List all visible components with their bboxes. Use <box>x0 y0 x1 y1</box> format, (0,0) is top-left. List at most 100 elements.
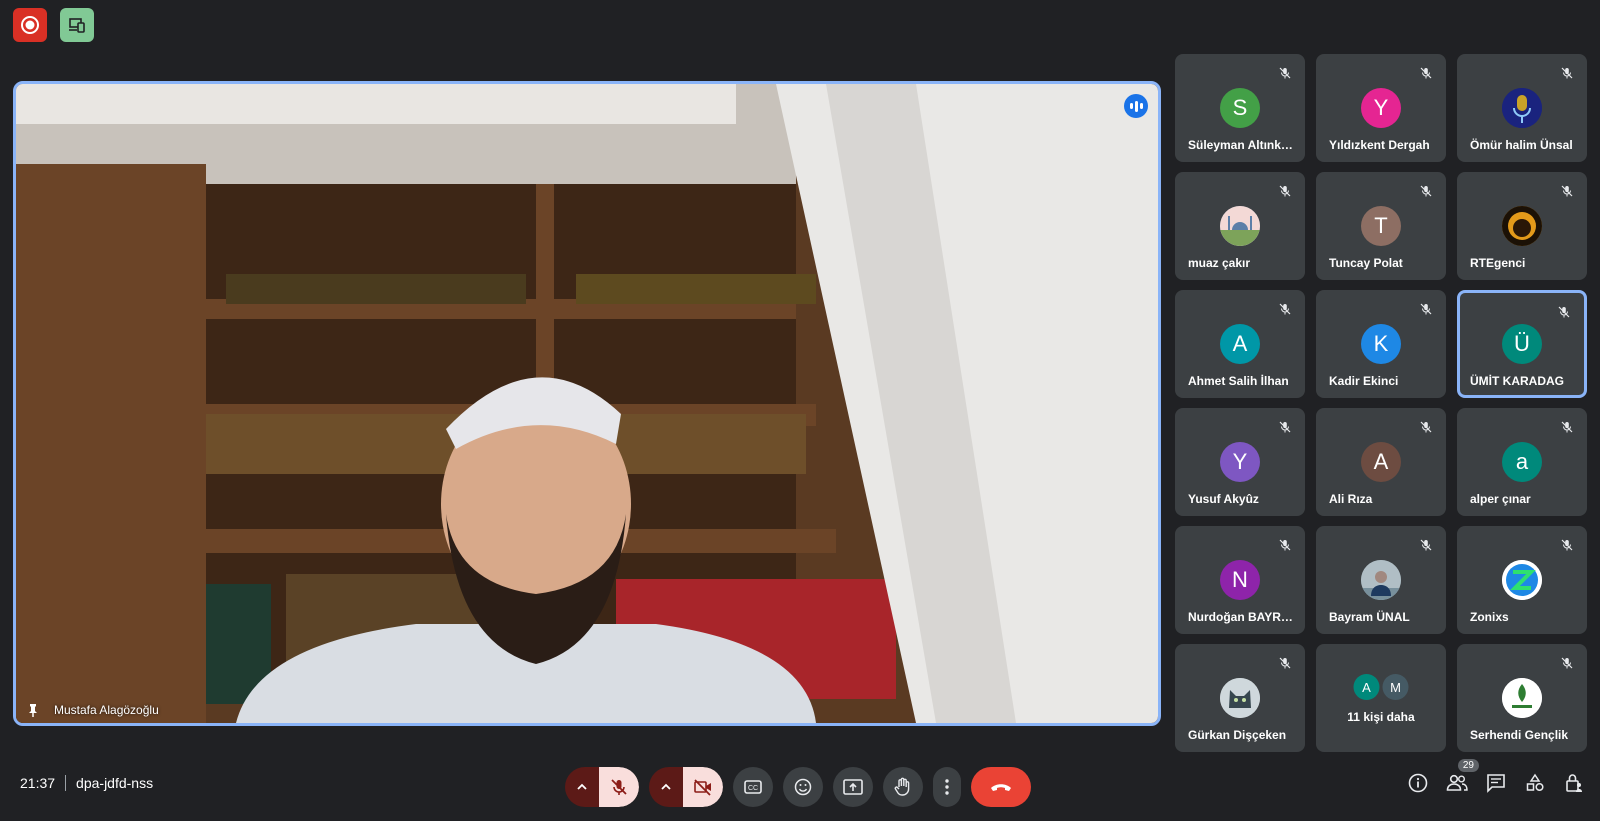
video-options-button[interactable] <box>649 767 683 807</box>
main-speaker-tile[interactable]: Mustafa Alagözoğlu <box>13 81 1161 726</box>
participant-name: Gürkan Dişçeken <box>1188 728 1287 742</box>
raise-hand-button[interactable] <box>883 767 923 807</box>
audio-options-button[interactable] <box>565 767 599 807</box>
participant-name: Yıldızkent Dergah <box>1329 138 1430 152</box>
participant-tile[interactable]: Gürkan Dişçeken <box>1175 644 1305 752</box>
more-participants-tile[interactable]: A M 11 kişi daha <box>1316 644 1446 752</box>
microphone-off-icon <box>611 779 627 795</box>
more-participants-avatars: AM <box>1353 674 1409 700</box>
participant-name: Ömür halim Ünsal <box>1470 138 1573 152</box>
participant-tile[interactable]: RTEgenci <box>1457 172 1587 280</box>
participant-name: Nurdoğan BAYRAK <box>1188 610 1295 624</box>
participant-tile[interactable]: Y Yusuf Akyûz <box>1175 408 1305 516</box>
chevron-up-icon <box>577 783 587 790</box>
people-icon <box>1446 774 1468 791</box>
muted-microphone-icon <box>1558 306 1570 318</box>
participant-tile[interactable]: N Nurdoğan BAYRAK <box>1175 526 1305 634</box>
meeting-code: dpa-jdfd-nss <box>76 775 154 791</box>
participant-tile[interactable]: a alper çınar <box>1457 408 1587 516</box>
meeting-details-button[interactable] <box>1406 771 1430 795</box>
present-icon <box>843 779 863 795</box>
muted-microphone-icon <box>1561 539 1573 551</box>
participant-tile[interactable]: Ömür halim Ünsal <box>1457 54 1587 162</box>
muted-microphone-icon <box>1561 657 1573 669</box>
camera-toggle-button[interactable] <box>683 767 723 807</box>
companion-mode-button[interactable] <box>60 8 94 42</box>
participant-name: Ahmet Salih İlhan <box>1188 374 1289 388</box>
participant-name: Serhendi Gençlik <box>1470 728 1569 742</box>
meeting-info: 21:37 dpa-jdfd-nss <box>20 775 153 791</box>
avatar: a <box>1502 442 1542 482</box>
reactions-button[interactable] <box>783 767 823 807</box>
lock-person-icon <box>1566 774 1582 792</box>
muted-microphone-icon <box>1561 185 1573 197</box>
participant-tile[interactable]: Ü ÜMİT KARADAG <box>1457 290 1587 398</box>
chat-icon <box>1487 774 1505 793</box>
microphone-toggle-button[interactable] <box>599 767 639 807</box>
hang-up-icon <box>991 784 1011 791</box>
activities-button[interactable] <box>1523 771 1547 795</box>
side-panel-controls: 29 <box>1406 759 1586 795</box>
avatar: N <box>1220 560 1260 600</box>
participant-name: RTEgenci <box>1470 256 1526 270</box>
people-button[interactable]: 29 <box>1445 759 1479 795</box>
participant-name: Tuncay Polat <box>1329 256 1403 270</box>
silhouette-avatar-icon <box>1502 206 1542 246</box>
recording-button[interactable] <box>13 8 47 42</box>
muted-microphone-icon <box>1420 421 1432 433</box>
main-speaker-label: Mustafa Alagözoğlu <box>26 703 159 717</box>
participant-tile[interactable]: Y Yıldızkent Dergah <box>1316 54 1446 162</box>
host-controls-button[interactable] <box>1562 771 1586 795</box>
muted-microphone-icon <box>1279 657 1291 669</box>
captions-icon: CC <box>744 780 762 794</box>
more-options-button[interactable] <box>933 767 961 807</box>
participant-tile[interactable]: A Ali Rıza <box>1316 408 1446 516</box>
participant-tile[interactable]: Serhendi Gençlik <box>1457 644 1587 752</box>
avatar: Y <box>1361 88 1401 128</box>
main-speaker-name: Mustafa Alagözoğlu <box>54 703 159 717</box>
devices-icon <box>69 18 85 33</box>
participant-name: muaz çakır <box>1188 256 1251 270</box>
muted-microphone-icon <box>1279 303 1291 315</box>
participant-name: ÜMİT KARADAG <box>1470 374 1564 388</box>
participant-name: Kadir Ekinci <box>1329 374 1399 388</box>
camera-control <box>649 767 723 807</box>
info-icon <box>1408 773 1428 793</box>
cat-avatar-icon <box>1220 678 1260 718</box>
participant-tile[interactable]: S Süleyman Altınkaya <box>1175 54 1305 162</box>
shapes-icon <box>1526 773 1544 792</box>
avatar: A <box>1361 442 1401 482</box>
muted-microphone-icon <box>1420 67 1432 79</box>
participant-name: Bayram ÜNAL <box>1329 610 1410 624</box>
record-icon <box>21 16 39 34</box>
participant-name: Süleyman Altınkaya <box>1188 138 1295 152</box>
muted-microphone-icon <box>1279 539 1291 551</box>
microphone-avatar-icon <box>1502 88 1542 128</box>
participant-tile[interactable]: A Ahmet Salih İlhan <box>1175 290 1305 398</box>
z-logo-avatar-icon <box>1502 560 1542 600</box>
chat-button[interactable] <box>1484 771 1508 795</box>
participant-name: Zonixs <box>1470 610 1509 624</box>
serhendi-logo-avatar-icon <box>1502 678 1542 718</box>
avatar: A <box>1353 674 1380 700</box>
avatar: S <box>1220 88 1260 128</box>
present-screen-button[interactable] <box>833 767 873 807</box>
muted-microphone-icon <box>1561 67 1573 79</box>
clock-time: 21:37 <box>20 775 56 791</box>
participant-tile[interactable]: Zonixs <box>1457 526 1587 634</box>
participant-tile[interactable]: Bayram ÜNAL <box>1316 526 1446 634</box>
participant-tile[interactable]: K Kadir Ekinci <box>1316 290 1446 398</box>
muted-microphone-icon <box>1279 421 1291 433</box>
avatar: K <box>1361 324 1401 364</box>
captions-button[interactable]: CC <box>733 767 773 807</box>
speaker-video <box>16 84 1158 723</box>
more-vertical-icon <box>945 779 949 795</box>
bottom-bar: 21:37 dpa-jdfd-nss CC 29 <box>0 749 1600 821</box>
avatar: Ü <box>1502 324 1542 364</box>
emoji-icon <box>794 778 812 796</box>
call-controls: CC <box>565 767 1031 807</box>
participant-tile[interactable]: T Tuncay Polat <box>1316 172 1446 280</box>
muted-microphone-icon <box>1420 539 1432 551</box>
participant-tile[interactable]: muaz çakır <box>1175 172 1305 280</box>
leave-call-button[interactable] <box>971 767 1031 807</box>
